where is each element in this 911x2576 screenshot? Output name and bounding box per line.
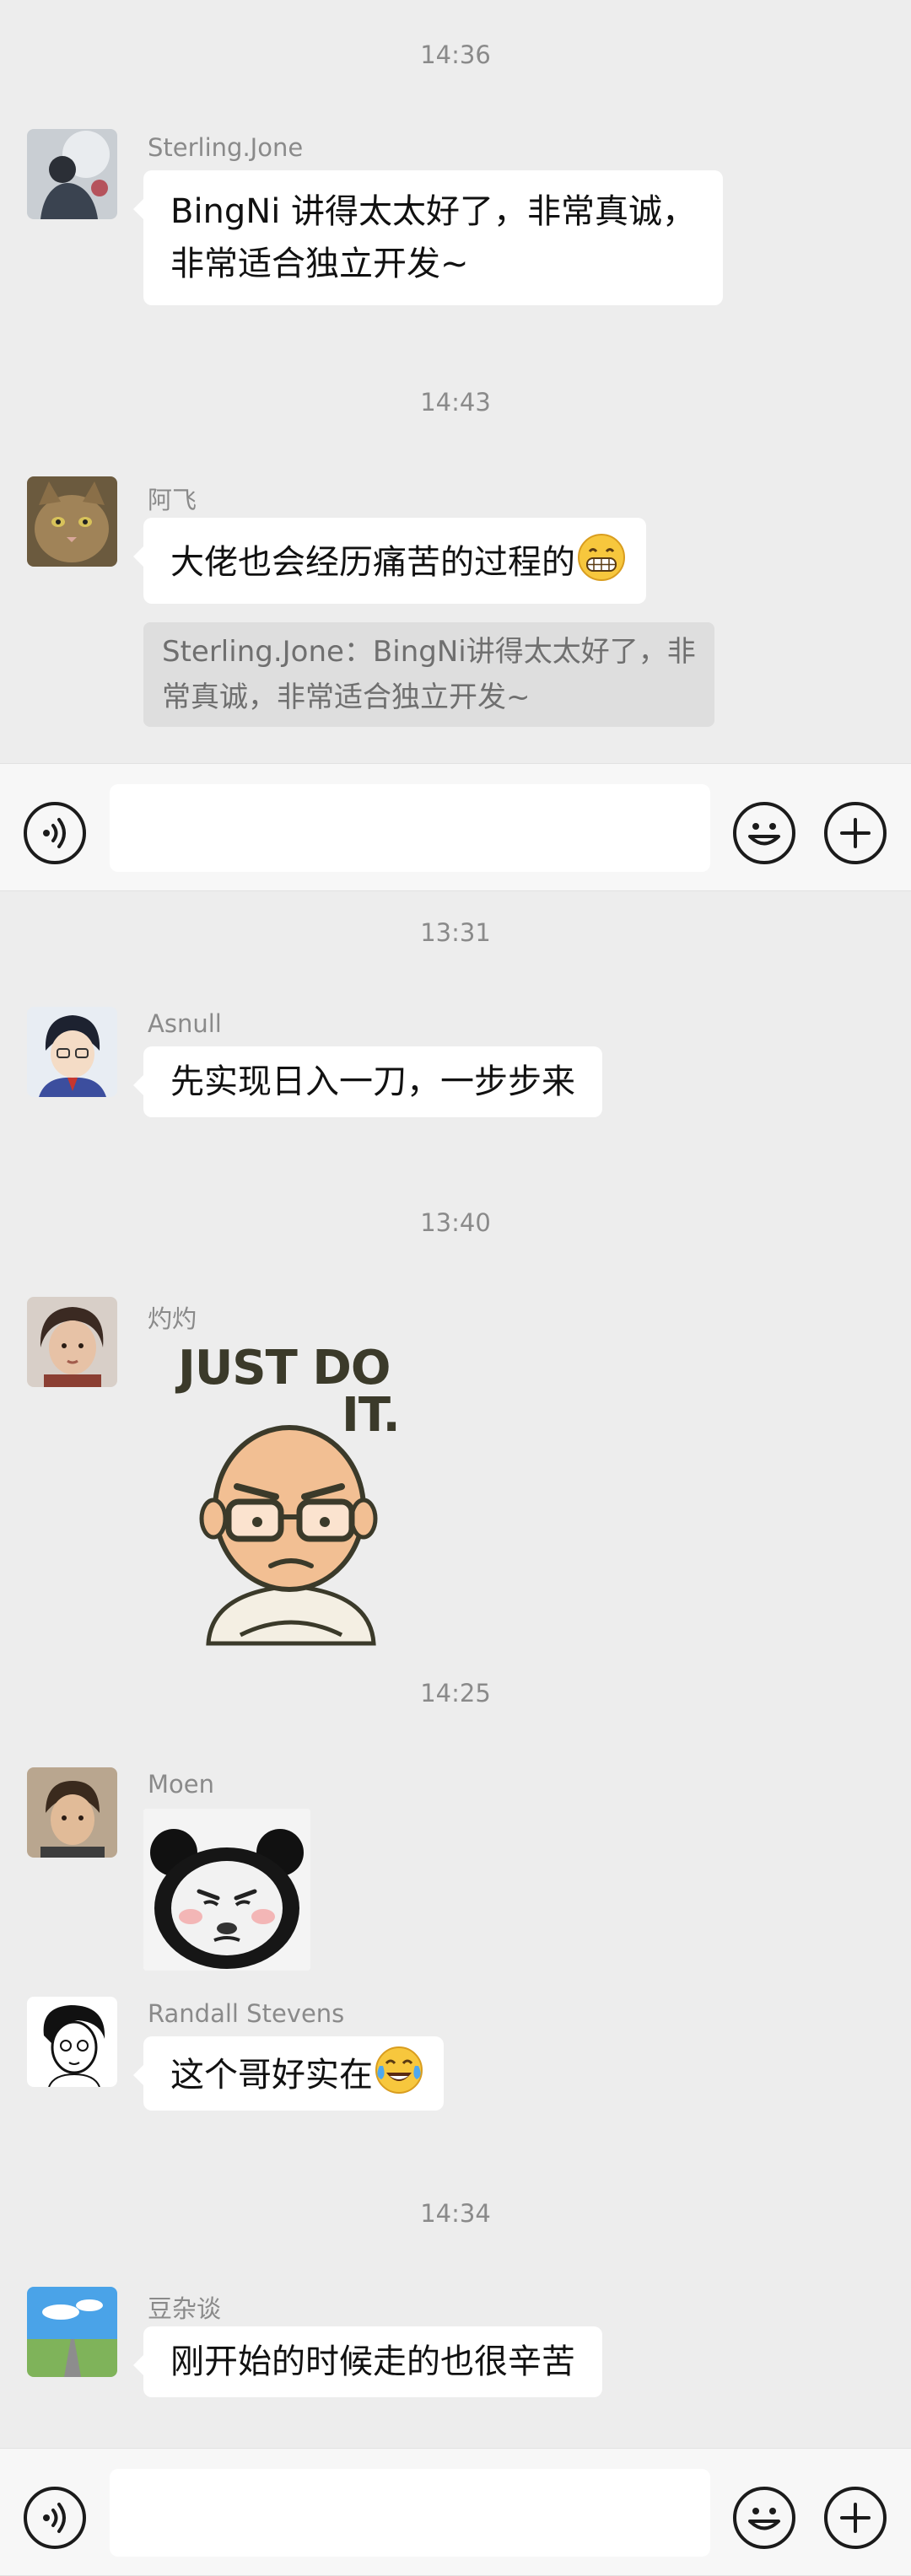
sender-name: Moen bbox=[148, 1770, 214, 1799]
message-bubble[interactable]: BingNi 讲得太太好了，非常真诚， 非常适合独立开发~ bbox=[132, 170, 724, 305]
smiley-icon bbox=[748, 2508, 780, 2530]
voice-button[interactable] bbox=[24, 802, 86, 864]
quoted-message[interactable]: Sterling.Jone：BingNi讲得太太好了，非 常真诚，非常适合独立开… bbox=[143, 622, 714, 727]
grin-emoji-icon bbox=[577, 533, 626, 582]
message-input[interactable] bbox=[110, 784, 710, 872]
more-button[interactable] bbox=[824, 2487, 887, 2549]
message-text: 这个哥好实在 bbox=[170, 2056, 373, 2095]
timestamp: 14:43 bbox=[420, 388, 491, 417]
chat-area-bottom: 13:31 Asnull 先实现日入一刀，一步步来 13:40 灼灼 JUST … bbox=[0, 891, 911, 2448]
emoji-button[interactable] bbox=[733, 802, 795, 864]
emoji-button[interactable] bbox=[733, 2487, 795, 2549]
sender-name: Asnull bbox=[148, 1009, 222, 1038]
message-input[interactable] bbox=[110, 2469, 710, 2557]
smiley-icon bbox=[748, 823, 780, 846]
message-text: BingNi 讲得太太好了，非常真诚， bbox=[170, 192, 697, 231]
voice-icon bbox=[43, 2503, 66, 2533]
timestamp: 14:25 bbox=[420, 1679, 491, 1707]
message-text: 刚开始的时候走的也很辛苦 bbox=[170, 2342, 575, 2381]
input-bar bbox=[0, 2448, 911, 2576]
avatar[interactable] bbox=[27, 1007, 117, 1097]
sender-name: 灼灼 bbox=[148, 1304, 197, 1333]
more-button[interactable] bbox=[824, 802, 887, 864]
sender-name: Sterling.Jone bbox=[148, 133, 304, 162]
input-bar bbox=[0, 763, 911, 891]
chat-area-top: 14:36 Sterling.Jone BingNi 讲得太太好了，非常真诚， … bbox=[0, 0, 911, 763]
avatar[interactable] bbox=[27, 1297, 117, 1387]
sender-name: 豆杂谈 bbox=[148, 2294, 222, 2323]
sender-name: 阿飞 bbox=[148, 486, 197, 514]
avatar[interactable] bbox=[27, 476, 117, 567]
plus-icon bbox=[840, 2503, 871, 2533]
quote-text: Sterling.Jone：BingNi讲得太太好了，非 bbox=[162, 635, 696, 669]
avatar[interactable] bbox=[27, 1997, 117, 2087]
voice-button[interactable] bbox=[24, 2487, 86, 2549]
message-text: 大佬也会经历痛苦的过程的 bbox=[170, 543, 575, 582]
message-bubble[interactable]: 先实现日入一刀，一步步来 bbox=[133, 1046, 602, 1117]
message-bubble[interactable]: 这个哥好实在 bbox=[133, 2036, 444, 2111]
just-do-it-sticker[interactable]: JUST DO IT. bbox=[173, 1340, 409, 1652]
message-bubble[interactable]: 刚开始的时候走的也很辛苦 bbox=[133, 2326, 602, 2397]
avatar[interactable] bbox=[27, 129, 117, 219]
plus-icon bbox=[840, 818, 871, 848]
timestamp: 13:40 bbox=[420, 1208, 491, 1237]
tears-of-joy-emoji-icon bbox=[375, 2046, 423, 2095]
sender-name: Randall Stevens bbox=[148, 1999, 345, 2028]
message-text: 非常适合独立开发~ bbox=[170, 245, 469, 283]
timestamp: 14:34 bbox=[420, 2199, 491, 2228]
avatar[interactable] bbox=[27, 1767, 117, 1858]
voice-icon bbox=[43, 818, 66, 848]
quote-text: 常真诚，非常适合独立开发~ bbox=[162, 680, 531, 714]
timestamp: 14:36 bbox=[420, 40, 491, 69]
panda-face-sticker[interactable] bbox=[143, 1809, 310, 1971]
timestamp: 13:31 bbox=[420, 918, 491, 947]
message-bubble[interactable]: 大佬也会经历痛苦的过程的 bbox=[133, 518, 646, 604]
message-text: 先实现日入一刀，一步步来 bbox=[170, 1062, 575, 1101]
sticker-caption: IT. bbox=[342, 1388, 400, 1443]
avatar[interactable] bbox=[27, 2287, 117, 2377]
